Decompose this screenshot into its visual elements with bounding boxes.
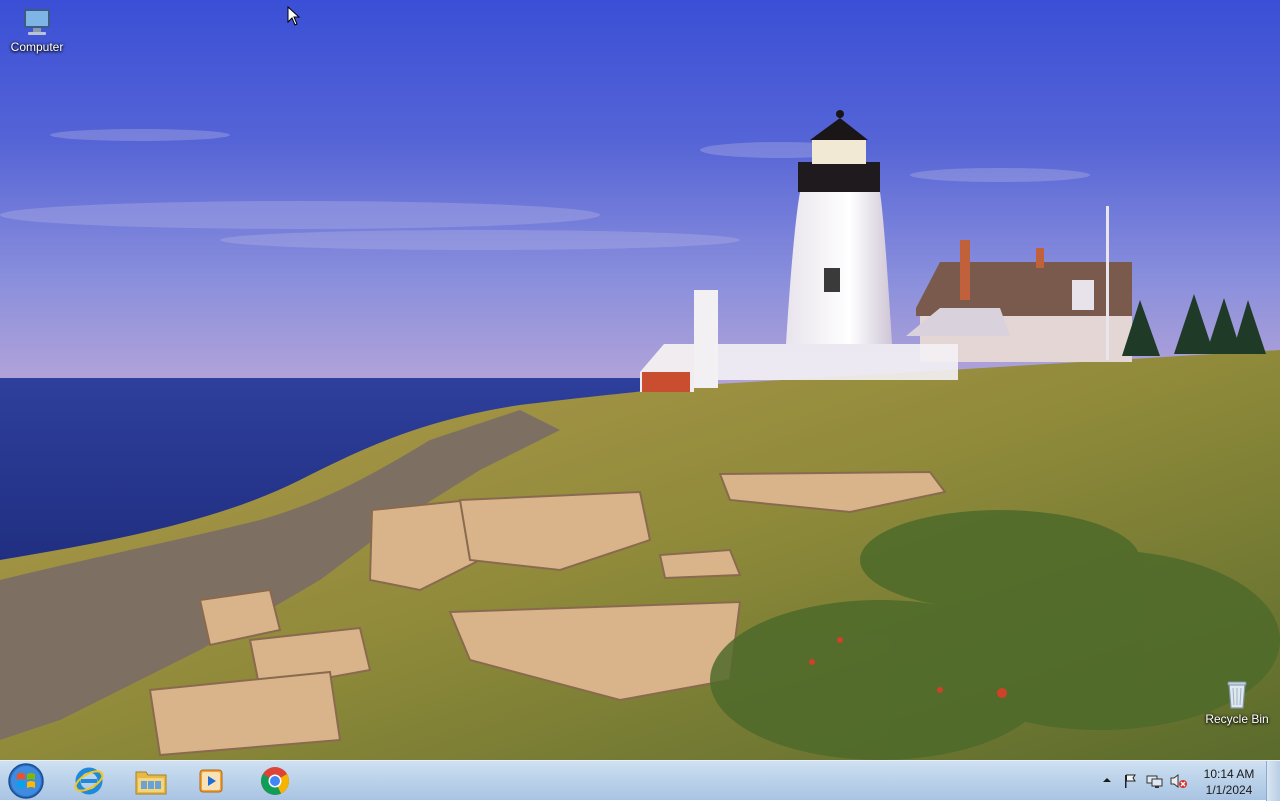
desktop-icon-computer-label: Computer [10,40,64,54]
mouse-cursor-icon [287,6,301,26]
media-player-icon [199,769,223,793]
show-hidden-icons-arrow-icon[interactable] [1102,775,1112,785]
start-button[interactable] [6,762,46,800]
show-desktop-button[interactable] [1266,761,1280,801]
desktop-icon-computer[interactable]: Computer [0,6,74,54]
chrome-icon [261,767,289,795]
clock-time: 10:14 AM [1203,767,1255,781]
internet-explorer-icon [74,767,104,795]
wallpaper-lighthouse [0,0,1280,760]
clock-date: 1/1/2024 [1205,783,1253,797]
network-icon[interactable] [1146,773,1164,789]
desktop-icon-recycle-bin-label: Recycle Bin [1205,712,1269,726]
file-explorer-icon [135,771,167,795]
taskbar-clock[interactable]: 10:14 AM 1/1/2024 [1196,766,1262,798]
taskbar-app-media-player[interactable] [186,763,236,799]
taskbar-app-internet-explorer[interactable] [64,763,114,799]
taskbar-app-chrome[interactable] [250,763,300,799]
recycle-bin-icon [1227,681,1247,709]
taskbar: 10:14 AM 1/1/2024 [0,760,1280,801]
action-center-flag-icon[interactable] [1122,773,1138,789]
taskbar-app-file-explorer[interactable] [126,763,176,799]
computer-icon [24,9,50,35]
desktop-icon-recycle-bin[interactable]: Recycle Bin [1200,678,1274,726]
volume-muted-icon[interactable] [1170,773,1188,789]
windows-logo-icon [8,763,44,799]
desktop[interactable]: Computer Recycle Bin [0,0,1280,760]
system-tray: 10:14 AM 1/1/2024 [1096,761,1280,801]
